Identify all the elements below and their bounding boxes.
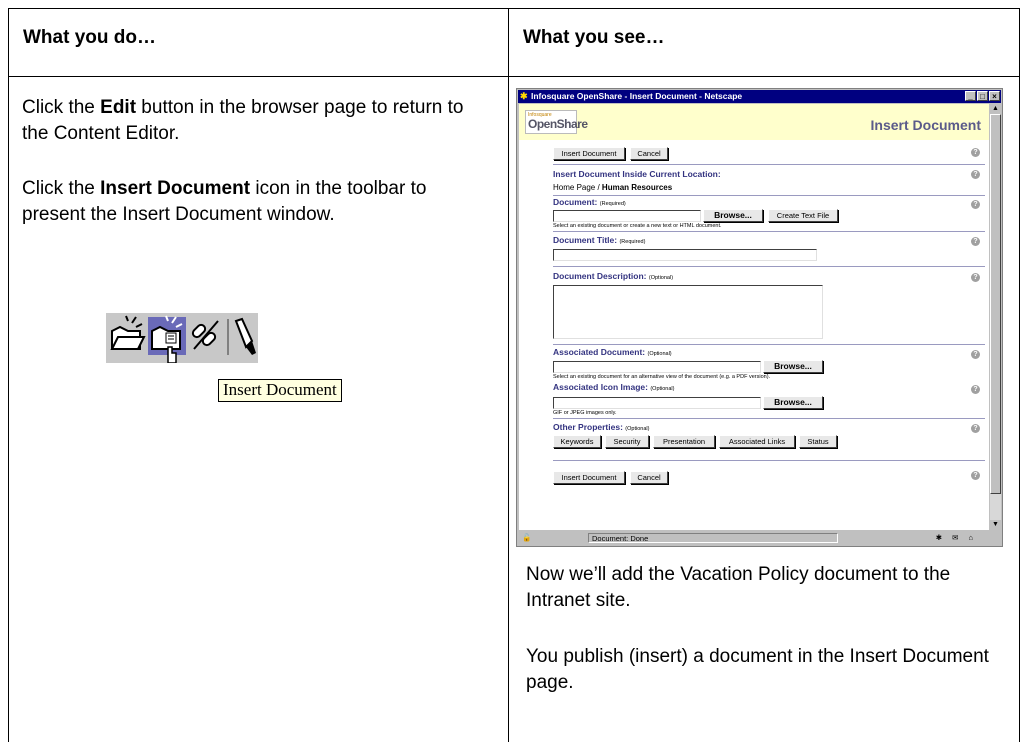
toolbar-screenshot: Insert Document xyxy=(106,313,358,402)
insert-document-button-top[interactable]: Insert Document xyxy=(553,147,625,160)
separator xyxy=(553,195,985,196)
document-title-input[interactable] xyxy=(553,249,817,261)
link-icon xyxy=(191,320,219,350)
openshare-logo: Infosquare OpenShare xyxy=(525,110,588,134)
left-column-header: What you do… xyxy=(23,27,156,48)
create-text-file-button[interactable]: Create Text File xyxy=(768,209,838,222)
document-title-label: Document Title: (Required) xyxy=(553,235,646,245)
instruction-edit: Click the Edit button in the browser pag… xyxy=(22,97,464,144)
separator xyxy=(553,231,985,232)
window-title: Infosquare OpenShare - Insert Document -… xyxy=(531,91,743,101)
breadcrumb: Home Page / Human Resources xyxy=(553,183,673,192)
minimize-button[interactable]: _ xyxy=(965,91,976,101)
document-description-label: Document Description: (Optional) xyxy=(553,271,674,281)
separator xyxy=(553,344,985,345)
location-label: Insert Document Inside Current Location: xyxy=(553,169,721,179)
associated-icon-label: Associated Icon Image: (Optional) xyxy=(553,382,675,392)
help-icon[interactable]: ? xyxy=(971,200,980,209)
insert-document-tooltip: Insert Document xyxy=(218,379,342,402)
toolbar-strip xyxy=(106,313,258,364)
open-folder-icon xyxy=(110,315,146,350)
insert-document-button-bottom[interactable]: Insert Document xyxy=(553,471,625,484)
associated-icon-input[interactable] xyxy=(553,397,761,409)
document-file-input[interactable] xyxy=(553,210,701,222)
associated-icon-hint: GIF or JPEG images only. xyxy=(553,410,617,416)
presentation-button[interactable]: Presentation xyxy=(653,435,715,448)
document-browse-button[interactable]: Browse... xyxy=(703,209,763,222)
document-label: Document: (Required) xyxy=(553,197,626,207)
page-header: Infosquare OpenShare Insert Document xyxy=(519,104,989,140)
separator xyxy=(553,266,985,267)
tools-icon xyxy=(234,317,256,355)
explanation-vacation-policy: Now we’ll add the Vacation Policy docume… xyxy=(526,564,951,611)
help-icon[interactable]: ? xyxy=(971,170,980,179)
security-button[interactable]: Security xyxy=(605,435,649,448)
netscape-window: ✱ Infosquare OpenShare - Insert Document… xyxy=(516,88,1003,547)
help-icon[interactable]: ? xyxy=(971,385,980,394)
keywords-button[interactable]: Keywords xyxy=(553,435,601,448)
associated-document-input[interactable] xyxy=(553,361,761,373)
separator xyxy=(553,418,985,419)
component-bar-icons[interactable]: ✱ ✉ ⌂ xyxy=(936,531,977,545)
help-icon[interactable]: ? xyxy=(971,471,980,480)
page-title: Insert Document xyxy=(870,117,981,133)
explanation-publish: You publish (insert) a document in the I… xyxy=(526,646,989,693)
document-description-textarea[interactable] xyxy=(553,285,823,339)
insert-document-icon xyxy=(148,315,186,364)
help-icon[interactable]: ? xyxy=(971,148,980,157)
cancel-button-bottom[interactable]: Cancel xyxy=(630,471,668,484)
separator xyxy=(553,164,985,165)
window-titlebar: ✱ Infosquare OpenShare - Insert Document… xyxy=(518,90,1001,103)
associated-links-button[interactable]: Associated Links xyxy=(719,435,795,448)
status-button[interactable]: Status xyxy=(799,435,837,448)
separator xyxy=(553,460,985,461)
document-hint: Select an existing document or create a … xyxy=(553,223,722,229)
status-bar: 🔓 Document: Done ✱ ✉ ⌂ xyxy=(518,531,1001,545)
associated-document-label: Associated Document: (Optional) xyxy=(553,347,672,357)
close-button[interactable]: × xyxy=(989,91,1000,101)
associated-icon-browse-button[interactable]: Browse... xyxy=(763,396,823,409)
security-lock-icon[interactable]: 🔓 xyxy=(522,531,531,545)
scroll-thumb[interactable] xyxy=(990,114,1001,494)
right-column-header: What you see… xyxy=(523,27,665,48)
associated-document-browse-button[interactable]: Browse... xyxy=(763,360,823,373)
header-divider xyxy=(9,76,1019,77)
help-icon[interactable]: ? xyxy=(971,273,980,282)
cancel-button-top[interactable]: Cancel xyxy=(630,147,668,160)
maximize-button[interactable]: □ xyxy=(977,91,988,101)
page-content: Infosquare OpenShare Insert Document Ins… xyxy=(519,104,989,530)
help-icon[interactable]: ? xyxy=(971,237,980,246)
instruction-insert-document: Click the Insert Document icon in the to… xyxy=(22,178,427,225)
vertical-scrollbar[interactable]: ▲ ▼ xyxy=(990,104,1001,530)
other-properties-label: Other Properties: (Optional) xyxy=(553,422,650,432)
scroll-down-icon[interactable]: ▼ xyxy=(990,520,1001,530)
scroll-up-icon[interactable]: ▲ xyxy=(990,104,1001,114)
help-icon[interactable]: ? xyxy=(971,350,980,359)
associated-document-hint: Select an existing document for an alter… xyxy=(553,374,771,380)
status-text: Document: Done xyxy=(588,533,838,543)
help-icon[interactable]: ? xyxy=(971,424,980,433)
netscape-icon: ✱ xyxy=(520,91,528,101)
column-divider xyxy=(508,9,509,742)
